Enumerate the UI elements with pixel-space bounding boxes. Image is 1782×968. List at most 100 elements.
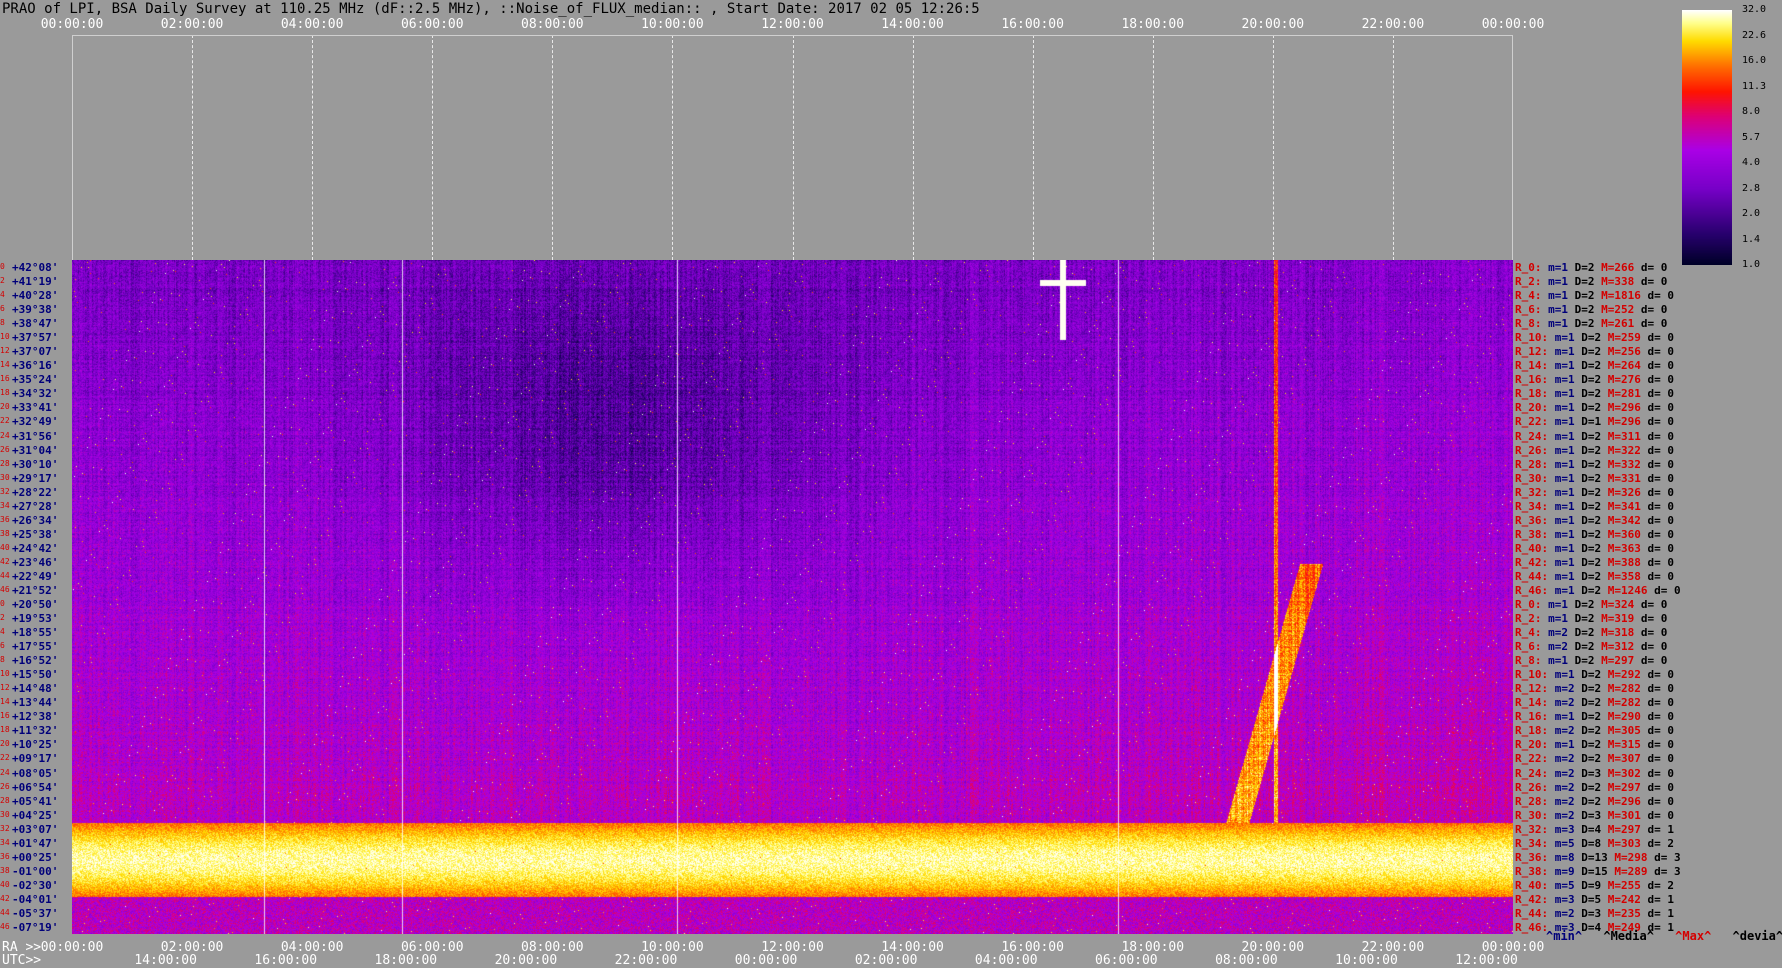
stats-m: m=1 — [1554, 541, 1582, 555]
stats-d: D=2 — [1581, 401, 1608, 415]
declination-label: +00°25' — [12, 850, 59, 864]
utc-axis-label: UTC>> — [2, 953, 42, 968]
top-tick-label: 14:00:00 — [881, 17, 944, 32]
legend-media: ^Media^ — [1603, 929, 1654, 943]
declination-label: +11°32' — [12, 724, 59, 738]
stats-row: R_12: m=2 D=2 M=282 d= 0 — [1515, 683, 1674, 694]
stats-m: M=326 — [1607, 485, 1648, 499]
stats-m: M=342 — [1607, 513, 1648, 527]
stats-d: d= 0 — [1647, 387, 1675, 401]
stats-d: d= 0 — [1647, 527, 1675, 541]
stats-m: M=302 — [1607, 766, 1648, 780]
stats-m: m=1 — [1554, 583, 1582, 597]
stats-label: R_10: — [1515, 668, 1555, 682]
stats-d: D=2 — [1581, 359, 1608, 373]
row-index: 36 — [0, 851, 10, 861]
row-index: 26 — [0, 444, 10, 454]
row-index: 2 — [0, 276, 5, 286]
top-tick-label: 04:00:00 — [280, 17, 344, 32]
stats-row: R_34: m=1 D=2 M=341 d= 0 — [1515, 501, 1674, 512]
stats-row: R_22: m=1 D=1 M=296 d= 0 — [1515, 416, 1674, 427]
stats-row: R_0: m=1 D=2 M=324 d= 0 — [1515, 599, 1667, 610]
declination-label: +31°04' — [12, 443, 59, 457]
stats-row: R_4: m=2 D=2 M=318 d= 0 — [1515, 627, 1667, 638]
stats-label: R_24: — [1515, 766, 1555, 780]
stats-m: m=1 — [1554, 457, 1582, 471]
declination-label: +14°48' — [12, 682, 59, 696]
colorbar-tick: 2.8 — [1742, 182, 1761, 194]
stats-d: d= 3 — [1654, 850, 1681, 864]
utc-tick-label: 20:00:00 — [494, 953, 558, 968]
row-index: 28 — [0, 795, 10, 805]
stats-d: D=2 — [1574, 289, 1602, 303]
stats-d: d= 0 — [1647, 738, 1675, 752]
stats-label: R_34: — [1515, 499, 1555, 513]
stats-d: D=2 — [1574, 626, 1602, 640]
row-index: 6 — [0, 641, 5, 651]
color-scale-bar — [1682, 10, 1732, 265]
stats-label: R_10: — [1515, 331, 1555, 345]
declination-label: +21°52' — [12, 583, 59, 597]
stats-m: m=1 — [1554, 555, 1582, 569]
stats-d: d= 0 — [1647, 345, 1675, 359]
stats-row: R_8: m=1 D=2 M=261 d= 0 — [1515, 318, 1667, 329]
stats-m: m=1 — [1554, 345, 1582, 359]
stats-d: d= 0 — [1640, 275, 1668, 289]
colorbar-tick: 8.0 — [1742, 106, 1761, 117]
stats-m: M=388 — [1607, 555, 1648, 569]
stats-label: R_4: — [1515, 626, 1549, 640]
stats-m: m=1 — [1554, 668, 1582, 682]
stats-d: d= 0 — [1647, 443, 1675, 457]
utc-tick-label: 22:00:00 — [614, 953, 678, 968]
stats-m: M=276 — [1607, 373, 1648, 387]
stats-m: m=2 — [1554, 906, 1582, 920]
row-index: 18 — [0, 388, 10, 398]
stats-m: M=292 — [1607, 668, 1648, 682]
utc-tick-label: 04:00:00 — [974, 953, 1038, 968]
stats-d: D=2 — [1581, 555, 1608, 569]
stats-m: M=318 — [1601, 626, 1641, 640]
stats-m: m=1 — [1548, 261, 1575, 275]
row-index: 42 — [0, 556, 10, 566]
stats-label: R_44: — [1515, 569, 1555, 583]
stats-label: R_46: — [1515, 583, 1555, 597]
stats-d: D=2 — [1581, 429, 1608, 443]
stats-label: R_30: — [1515, 471, 1555, 485]
stats-m: M=298 — [1614, 850, 1655, 864]
stats-m: M=363 — [1607, 541, 1648, 555]
utc-tick-label: 06:00:00 — [1095, 953, 1158, 968]
stats-d: d= 0 — [1647, 485, 1675, 499]
stats-label: R_26: — [1515, 780, 1555, 794]
ra-tick-label: 00:00:00 — [40, 940, 104, 955]
stats-m: m=2 — [1554, 766, 1582, 780]
row-index: 12 — [0, 683, 10, 693]
stats-row: R_26: m=2 D=2 M=297 d= 0 — [1515, 782, 1674, 793]
stats-d: d= 2 — [1647, 836, 1675, 850]
stats-label: R_8: — [1515, 317, 1549, 331]
top-tick-label: 12:00:00 — [761, 17, 824, 32]
row-index: 14 — [0, 697, 10, 707]
stats-label: R_20: — [1515, 738, 1555, 752]
stats-d: d= 0 — [1647, 513, 1675, 527]
stats-label: R_16: — [1515, 710, 1555, 724]
utc-tick-label: 12:00:00 — [1455, 953, 1518, 968]
stats-d: d= 0 — [1640, 654, 1668, 668]
stats-d: D=3 — [1581, 808, 1608, 822]
stats-row: R_18: m=1 D=2 M=281 d= 0 — [1515, 388, 1674, 399]
stats-label: R_14: — [1515, 359, 1555, 373]
stats-d: D=2 — [1574, 261, 1602, 275]
stats-row: R_24: m=1 D=2 M=311 d= 0 — [1515, 431, 1674, 442]
declination-label: +23°46' — [12, 555, 59, 569]
stats-m: M=305 — [1607, 724, 1648, 738]
stats-d: D=2 — [1581, 331, 1608, 345]
declination-label: -04°01' — [12, 892, 59, 906]
stats-m: M=358 — [1607, 569, 1648, 583]
stats-m: m=2 — [1554, 794, 1582, 808]
declination-label: +09°17' — [12, 752, 59, 766]
stats-d: d= 0 — [1647, 359, 1675, 373]
stats-m: m=1 — [1554, 738, 1582, 752]
utc-tick-label: 10:00:00 — [1335, 953, 1398, 968]
stats-d: d= 0 — [1647, 289, 1674, 303]
declination-label: +19°53' — [12, 612, 59, 626]
stats-label: R_36: — [1515, 513, 1555, 527]
